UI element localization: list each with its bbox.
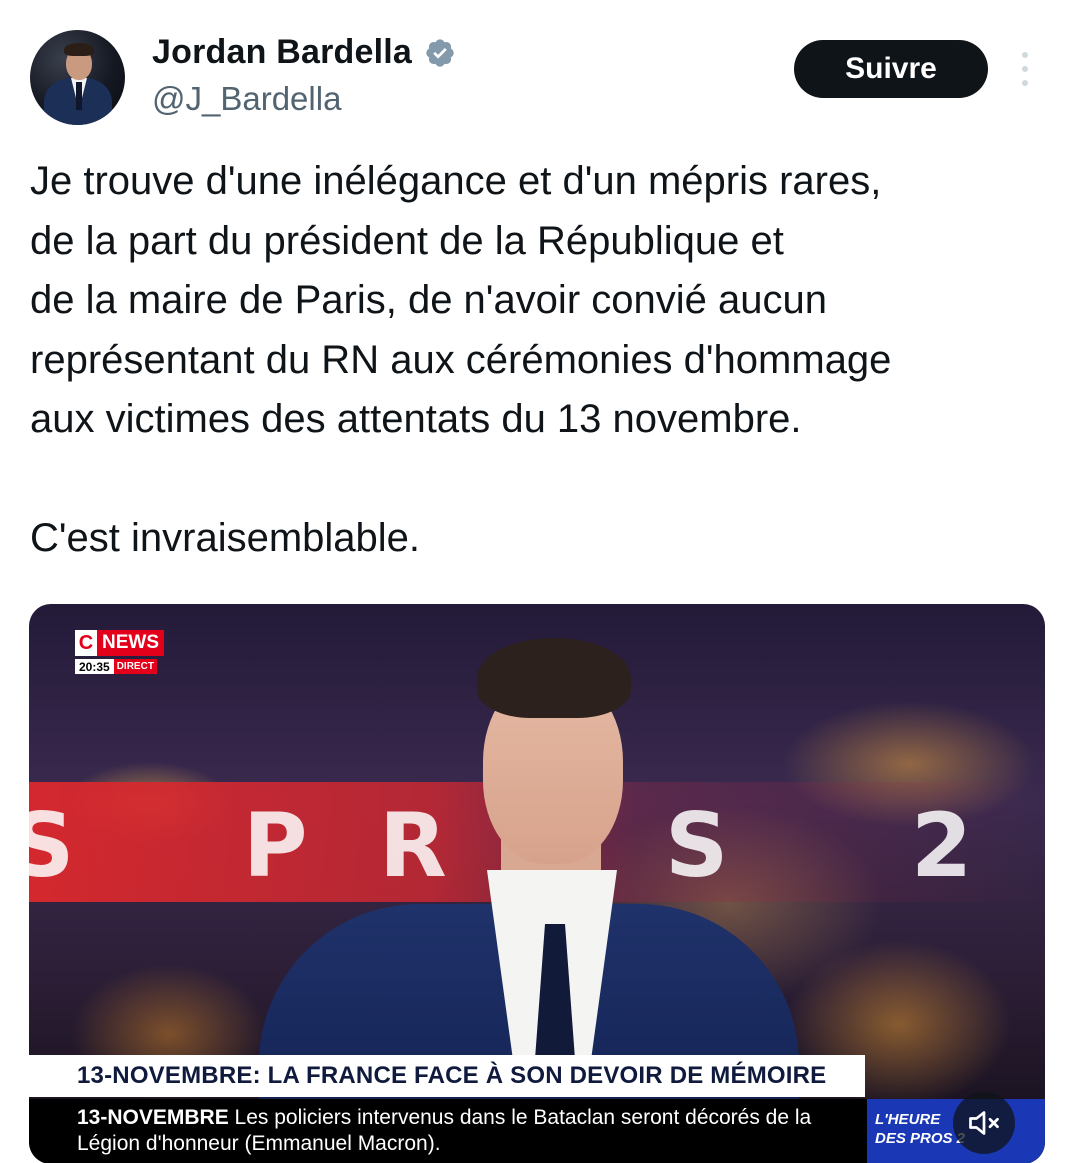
author-handle[interactable]: @J_Bardella (152, 80, 341, 118)
tweet-line: de la maire de Paris, de n'avoir convié … (30, 278, 827, 322)
broadcast-time: 20:35 (75, 659, 114, 674)
tweet-line: de la part du président de la République… (30, 218, 784, 263)
tweet-closing-line: C'est invraisemblable. (30, 516, 421, 560)
tweet-text: Je trouve d'une inélégance et d'un mépri… (30, 152, 1060, 569)
avatar-tie (76, 82, 82, 110)
tweet-line: Je trouve d'une inélégance et d'un mépri… (30, 159, 882, 203)
more-dot (1022, 66, 1028, 72)
cnews-logo: C NEWS 20:35 DIRECT (75, 630, 164, 674)
presenter-hair (477, 638, 631, 718)
tweet-line: aux victimes des attentats du 13 novembr… (30, 397, 802, 441)
author-display-name[interactable]: Jordan Bardella (152, 33, 412, 72)
speaker-muted-icon (969, 1111, 999, 1135)
author-name-row: Jordan Bardella (152, 33, 456, 72)
ticker-tag: 13-NOVEMBRE (77, 1106, 229, 1129)
tweet-video[interactable]: S P R S 2 C NEWS 20:35 DIRECT 13-NOVEMBR… (29, 604, 1045, 1163)
tweet-line: représentant du RN aux cérémonies d'homm… (30, 337, 892, 382)
ticker-line: Légion d'honneur (Emmanuel Macron). (77, 1132, 441, 1155)
background-letter: S (29, 794, 75, 897)
show-name-line: DES PROS 2 (875, 1130, 966, 1147)
logo-c: C (75, 630, 97, 656)
more-dot (1022, 52, 1028, 58)
ticker-text: 13-NOVEMBRE Les policiers intervenus dan… (77, 1105, 867, 1157)
live-badge: DIRECT (113, 659, 157, 674)
follow-button[interactable]: Suivre (794, 40, 988, 98)
ticker-line: Les policiers intervenus dans le Batacla… (234, 1106, 812, 1129)
avatar-hair (64, 43, 94, 56)
more-dot (1022, 80, 1028, 86)
show-name-line: L'HEURE (875, 1111, 941, 1128)
background-letter: 2 (911, 794, 973, 897)
mute-button[interactable] (953, 1092, 1015, 1154)
headline-banner: 13-NOVEMBRE: LA FRANCE FACE À SON DEVOIR… (29, 1055, 865, 1097)
verified-badge-icon (426, 38, 454, 67)
more-vertical-icon[interactable] (1018, 52, 1032, 86)
logo-name: NEWS (97, 630, 164, 656)
ticker-bar: 13-NOVEMBRE Les policiers intervenus dan… (29, 1099, 1045, 1163)
author-avatar[interactable] (30, 30, 125, 125)
headline-text: 13-NOVEMBRE: LA FRANCE FACE À SON DEVOIR… (77, 1062, 827, 1089)
